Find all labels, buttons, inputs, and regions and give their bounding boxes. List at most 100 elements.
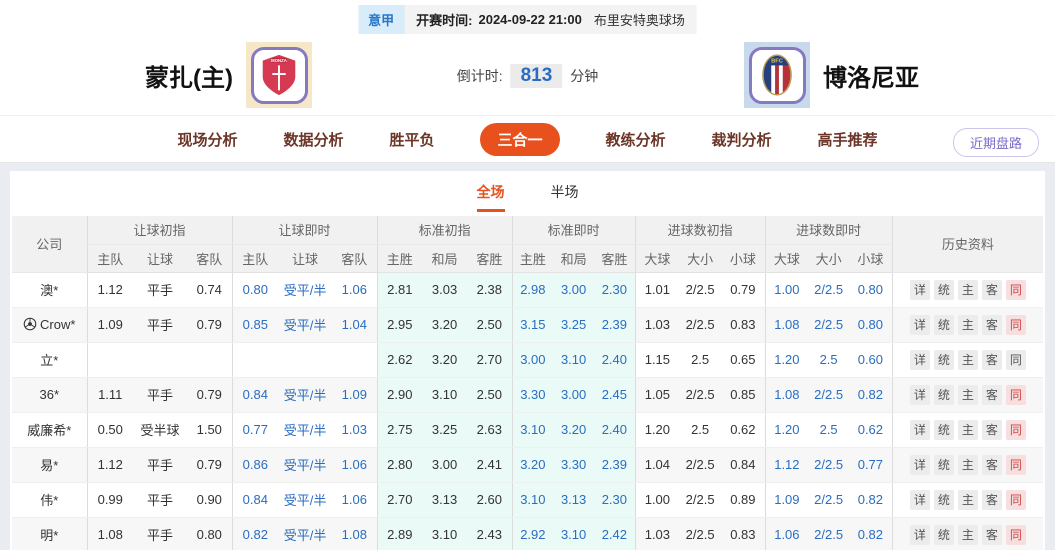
odds-cell: 1.50 [187,412,232,447]
history-button-1[interactable]: 统 [934,420,954,440]
history-button-2[interactable]: 主 [958,525,978,545]
odds-cell: 3.25 [422,412,467,447]
history-button-1[interactable]: 统 [934,385,954,405]
odds-cell: 0.65 [721,342,765,377]
odds-cell: 平手 [133,517,187,550]
history-button-0[interactable]: 详 [910,490,930,510]
odds-cell: 1.06 [332,482,377,517]
nav-tab-6[interactable]: 高手推荐 [818,129,878,150]
history-button-0[interactable]: 详 [910,385,930,405]
history-button-1[interactable]: 统 [934,455,954,475]
company-name[interactable]: Crow* [12,307,87,342]
history-button-1[interactable]: 统 [934,315,954,335]
history-button-3[interactable]: 客 [982,420,1002,440]
nav-tab-0[interactable]: 现场分析 [177,129,237,150]
col-sub-1-0: 主队 [232,244,278,272]
nav-tab-3[interactable]: 三合一 [480,123,559,156]
league-badge[interactable]: 意甲 [358,5,404,34]
history-button-4[interactable]: 同 [1006,350,1026,370]
history-button-2[interactable]: 主 [958,420,978,440]
odds-cell: 0.83 [721,517,765,550]
nav-tab-1[interactable]: 数据分析 [283,129,343,150]
history-button-2[interactable]: 主 [958,315,978,335]
history-button-3[interactable]: 客 [982,455,1002,475]
odds-cell: 0.89 [721,482,765,517]
company-name[interactable]: 澳* [12,272,87,307]
history-button-3[interactable]: 客 [982,280,1002,300]
odds-cell: 2/2.5 [679,377,721,412]
company-name[interactable]: 立* [12,342,87,377]
company-name[interactable]: 36* [12,377,87,412]
recent-trend-button[interactable]: 近期盘路 [953,128,1039,157]
nav-tab-4[interactable]: 教练分析 [606,129,666,150]
odds-cell: 1.08 [765,377,808,412]
odds-cell: 0.50 [87,412,133,447]
history-button-2[interactable]: 主 [958,385,978,405]
history-button-3[interactable]: 客 [982,525,1002,545]
company-name[interactable]: 威廉希* [12,412,87,447]
history-button-4[interactable]: 同 [1006,525,1026,545]
odds-cell: 0.77 [232,412,278,447]
history-button-0[interactable]: 详 [910,280,930,300]
history-button-1[interactable]: 统 [934,490,954,510]
history-button-0[interactable]: 详 [910,420,930,440]
history-button-4[interactable]: 同 [1006,280,1026,300]
odds-cell: 3.20 [422,342,467,377]
odds-cell: 3.00 [553,377,594,412]
company-name[interactable]: 易* [12,447,87,482]
odds-cell: 2/2.5 [808,307,849,342]
kickoff-time: 2024-09-22 21:00 [478,12,581,27]
history-button-3[interactable]: 客 [982,385,1002,405]
col-group-2: 标准初指 [377,216,512,244]
history-button-4[interactable]: 同 [1006,315,1026,335]
odds-cell: 2.5 [679,342,721,377]
history-button-4[interactable]: 同 [1006,490,1026,510]
odds-cell: 1.20 [635,412,679,447]
history-button-1[interactable]: 统 [934,350,954,370]
odds-cell [278,342,332,377]
history-button-4[interactable]: 同 [1006,420,1026,440]
history-button-2[interactable]: 主 [958,455,978,475]
odds-cell: 0.84 [721,447,765,482]
odds-cell: 0.82 [849,517,892,550]
history-button-3[interactable]: 客 [982,315,1002,335]
col-sub-5-1: 大小 [808,244,849,272]
odds-cell: 平手 [133,482,187,517]
odds-cell: 2.42 [594,517,635,550]
odds-cell: 2.80 [377,447,422,482]
odds-cell: 2.38 [467,272,512,307]
odds-cell: 2/2.5 [808,517,849,550]
history-button-2[interactable]: 主 [958,350,978,370]
subtab-0[interactable]: 全场 [477,182,505,212]
history-button-0[interactable]: 详 [910,315,930,335]
history-button-1[interactable]: 统 [934,525,954,545]
company-name[interactable]: 明* [12,517,87,550]
odds-cell: 2/2.5 [808,272,849,307]
nav-tabs: 现场分析 数据分析 胜平负 三合一 教练分析 裁判分析 高手推荐 [177,123,877,156]
company-name[interactable]: 伟* [12,482,87,517]
col-sub-4-2: 小球 [721,244,765,272]
kickoff-label: 开赛时间: [416,10,472,29]
history-button-0[interactable]: 详 [910,525,930,545]
history-button-3[interactable]: 客 [982,490,1002,510]
history-cell: 详统主客同 [892,342,1043,377]
nav-tab-5[interactable]: 裁判分析 [712,129,772,150]
history-button-0[interactable]: 详 [910,350,930,370]
history-button-2[interactable]: 主 [958,490,978,510]
subtab-1[interactable]: 半场 [551,182,579,212]
history-button-2[interactable]: 主 [958,280,978,300]
history-button-4[interactable]: 同 [1006,385,1026,405]
history-button-1[interactable]: 统 [934,280,954,300]
odds-cell: 2.92 [512,517,553,550]
odds-cell: 2.40 [594,342,635,377]
nav-tab-2[interactable]: 胜平负 [389,129,434,150]
history-button-3[interactable]: 客 [982,350,1002,370]
history-cell: 详统主客同 [892,517,1043,550]
odds-cell: 1.03 [332,412,377,447]
history-button-4[interactable]: 同 [1006,455,1026,475]
col-sub-1-1: 让球 [278,244,332,272]
odds-cell: 0.80 [849,307,892,342]
history-button-0[interactable]: 详 [910,455,930,475]
col-sub-3-1: 和局 [553,244,594,272]
odds-cell [187,342,232,377]
